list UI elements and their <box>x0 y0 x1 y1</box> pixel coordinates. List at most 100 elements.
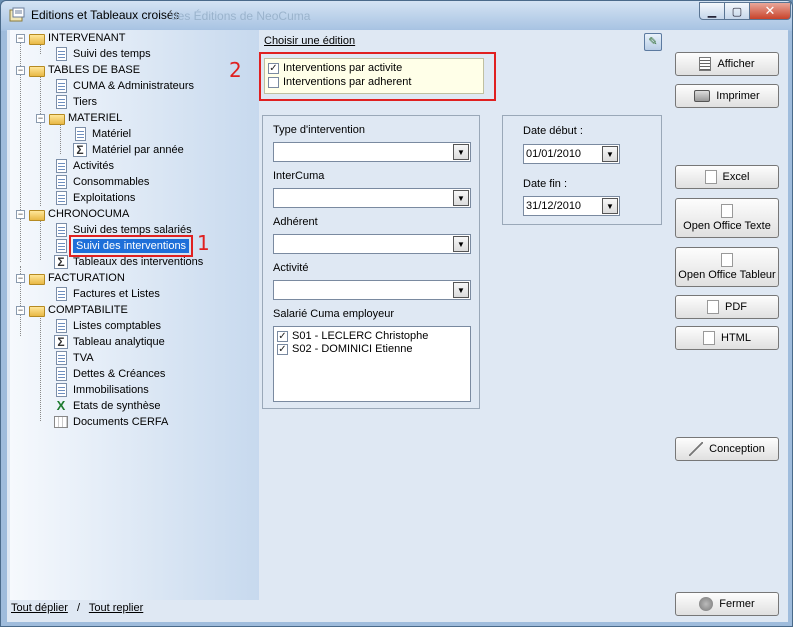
collapse-all-link[interactable]: Tout replier <box>89 602 143 614</box>
tree-node-materiel-folder[interactable]: − MATERIEL <box>36 110 122 126</box>
chevron-down-icon[interactable]: ▼ <box>453 282 469 298</box>
preview-icon <box>699 57 712 71</box>
tree-node-tableau-analytique[interactable]: Σ Tableau analytique <box>54 334 165 350</box>
minimize-button[interactable]: ▁ <box>699 2 725 20</box>
excel-icon: X <box>56 398 66 413</box>
folder-icon <box>29 209 45 221</box>
collapse-icon[interactable]: − <box>16 273 25 283</box>
expand-all-link[interactable]: Tout déplier <box>11 602 68 614</box>
tree-node-chronocuma[interactable]: − CHRONOCUMA <box>16 206 129 222</box>
tree-node-cuma-admin[interactable]: CUMA & Administrateurs <box>54 78 194 94</box>
tree-node-label: Factures et Listes <box>73 288 160 300</box>
document-icon <box>721 253 733 267</box>
report-icon <box>56 175 67 189</box>
tree-node-immobilisations[interactable]: Immobilisations <box>54 382 149 398</box>
tree-node-facturation[interactable]: − FACTURATION <box>16 270 125 286</box>
tree-node-label-selected: Suivi des interventions <box>68 235 194 257</box>
tree-node-tableaux-interventions[interactable]: Σ Tableaux des interventions <box>54 254 203 270</box>
date-start-label: Date début : <box>523 125 583 137</box>
excel-button[interactable]: Excel <box>675 165 779 189</box>
date-start-value: 01/01/2010 <box>526 148 582 160</box>
collapse-icon[interactable]: − <box>16 33 25 43</box>
intercuma-select[interactable]: ▼ <box>273 188 471 208</box>
sigma-icon: Σ <box>73 143 87 157</box>
open-office-tableur-button[interactable]: Open Office Tableur <box>675 247 779 287</box>
chevron-down-icon[interactable]: ▼ <box>602 198 618 214</box>
adherent-label: Adhérent <box>273 216 318 228</box>
salaries-listbox[interactable]: ✓ S01 - LECLERC Christophe ✓ S02 - DOMIN… <box>273 326 471 402</box>
checkbox-icon[interactable]: ✓ <box>277 330 288 342</box>
close-button[interactable]: ✕ <box>749 2 791 20</box>
tree-node-label: CHRONOCUMA <box>48 208 130 220</box>
date-start-picker[interactable]: 01/01/2010 ▼ <box>523 144 620 164</box>
tree-node-tiers[interactable]: Tiers <box>54 94 97 110</box>
tree-node-factures-listes[interactable]: Factures et Listes <box>54 286 160 302</box>
activite-select[interactable]: ▼ <box>273 280 471 300</box>
tree-node-suivi-interventions[interactable]: Suivi des interventions <box>54 235 194 257</box>
eraser-icon[interactable]: ✎ <box>644 33 662 51</box>
fermer-button[interactable]: Fermer <box>675 592 779 616</box>
open-office-texte-button[interactable]: Open Office Texte <box>675 198 779 238</box>
document-icon <box>721 204 733 218</box>
tree-node-dettes-creances[interactable]: Dettes & Créances <box>54 366 165 382</box>
chevron-down-icon[interactable]: ▼ <box>453 190 469 206</box>
tree-node-etats-synthese[interactable]: X Etats de synthèse <box>54 398 161 414</box>
salarie-item-s01[interactable]: ✓ S01 - LECLERC Christophe <box>277 330 428 342</box>
tree-node-suivi-temps-salaries[interactable]: Suivi des temps salariés <box>54 222 192 238</box>
tree-node-exploitations[interactable]: Exploitations <box>54 190 135 206</box>
chevron-down-icon[interactable]: ▼ <box>602 146 618 162</box>
tree-node-intervenant[interactable]: − INTERVENANT <box>16 30 125 46</box>
tree-node-label: FACTURATION <box>48 272 125 284</box>
tree-node-activites[interactable]: Activités <box>54 158 114 174</box>
tree-node-suivi-temps[interactable]: Suivi des temps <box>54 46 151 62</box>
date-end-picker[interactable]: 31/12/2010 ▼ <box>523 196 620 216</box>
tree-node-listes-comptables[interactable]: Listes comptables <box>54 318 161 334</box>
pdf-label: PDF <box>725 301 747 313</box>
tree-guide-line <box>40 76 41 206</box>
tree-node-tables-base[interactable]: − TABLES DE BASE <box>16 62 140 78</box>
imprimer-button[interactable]: Imprimer <box>675 84 779 108</box>
conception-button[interactable]: Conception <box>675 437 779 461</box>
salarie-item-s02[interactable]: ✓ S02 - DOMINICI Etienne <box>277 343 412 355</box>
tree-node-comptabilite[interactable]: − COMPTABILITE <box>16 302 128 318</box>
tree-node-materiel[interactable]: Matériel <box>73 126 131 142</box>
html-button[interactable]: HTML <box>675 326 779 350</box>
collapse-icon[interactable]: − <box>16 65 25 75</box>
maximize-button[interactable]: ▢ <box>724 2 750 20</box>
cerfa-icon <box>54 416 68 428</box>
salarie-label-item: S02 - DOMINICI Etienne <box>292 343 413 355</box>
exit-icon <box>699 597 714 611</box>
type-intervention-select[interactable]: ▼ <box>273 142 471 162</box>
chevron-down-icon[interactable]: ▼ <box>453 236 469 252</box>
adherent-select[interactable]: ▼ <box>273 234 471 254</box>
tree-node-label: Tableau analytique <box>73 336 165 348</box>
title-bar[interactable]: Editions et Tableaux croisés des Édition… <box>1 1 792 29</box>
editions-tree[interactable]: − INTERVENANT Suivi des temps − TABLES D… <box>10 30 259 600</box>
tree-node-documents-cerfa[interactable]: Documents CERFA <box>54 414 168 430</box>
app-icon <box>9 7 25 22</box>
fermer-label: Fermer <box>719 598 755 610</box>
pdf-button[interactable]: PDF <box>675 295 779 319</box>
report-icon <box>56 319 67 333</box>
document-icon <box>703 331 716 345</box>
tree-node-label: Matériel <box>92 128 132 140</box>
folder-icon <box>29 273 45 285</box>
report-icon <box>56 383 67 397</box>
tree-guide-line <box>60 124 61 154</box>
report-icon <box>56 287 67 301</box>
tree-node-materiel-annee[interactable]: Σ Matériel par année <box>73 142 184 158</box>
checkbox-icon[interactable]: ✓ <box>277 343 288 355</box>
pencil-icon <box>689 442 704 456</box>
collapse-icon[interactable]: − <box>36 113 45 123</box>
afficher-button[interactable]: Afficher <box>675 52 779 76</box>
tree-node-tva[interactable]: TVA <box>54 350 94 366</box>
dates-panel: Date début : 01/01/2010 ▼ Date fin : 31/… <box>502 115 662 225</box>
collapse-icon[interactable]: − <box>16 209 25 219</box>
type-intervention-label: Type d'intervention <box>273 124 365 136</box>
collapse-icon[interactable]: − <box>16 305 25 315</box>
chevron-down-icon[interactable]: ▼ <box>453 144 469 160</box>
tree-node-label: Suivi des temps salariés <box>73 224 192 236</box>
choose-edition-label: Choisir une édition <box>264 35 356 47</box>
tree-node-consommables[interactable]: Consommables <box>54 174 149 190</box>
tree-node-label: Exploitations <box>73 192 136 204</box>
